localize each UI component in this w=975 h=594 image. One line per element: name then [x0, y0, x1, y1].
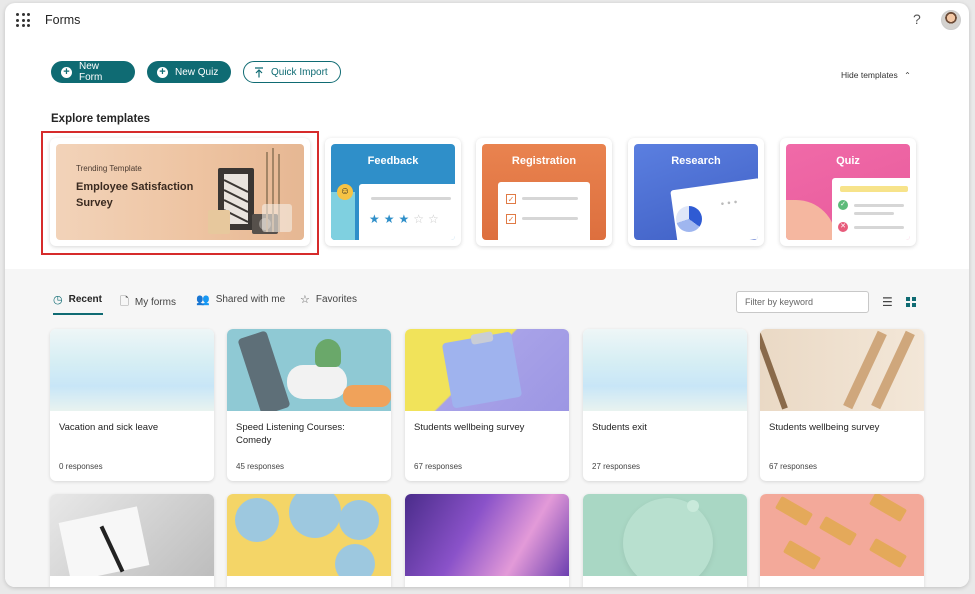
form-card[interactable] — [760, 494, 924, 587]
feedback-art: Feedback ★★★☆☆ ☺ — [331, 144, 455, 240]
new-quiz-label: New Quiz — [175, 66, 219, 78]
form-card[interactable] — [405, 494, 569, 587]
hide-templates-label: Hide templates — [841, 70, 898, 80]
form-title: Students wellbeing survey — [414, 422, 525, 433]
people-icon: 👥 — [196, 294, 210, 306]
form-thumbnail — [583, 494, 747, 576]
form-responses: 67 responses — [769, 462, 818, 471]
help-icon[interactable]: ? — [913, 11, 921, 27]
tab-shared-with-me[interactable]: 👥 Shared with me — [196, 293, 285, 306]
plus-icon: + — [61, 66, 72, 78]
clock-icon: ◷ — [53, 294, 63, 306]
active-tab-indicator — [53, 313, 103, 315]
quiz-art: Quiz ✓ ✕ — [786, 144, 910, 240]
form-card[interactable] — [583, 494, 747, 587]
chevron-up-icon: ⌃ — [904, 71, 911, 80]
upload-icon — [255, 66, 263, 77]
form-thumbnail — [50, 329, 214, 411]
star-icon: ☆ — [300, 294, 310, 306]
template-label-research: Research — [671, 155, 721, 167]
form-title: Students exit — [592, 422, 647, 433]
document-icon: 🗋 — [120, 296, 129, 308]
form-thumbnail — [227, 329, 391, 411]
desk-illustration — [208, 148, 292, 234]
pie-chart-icon — [676, 206, 702, 232]
form-thumbnail — [760, 329, 924, 411]
form-card[interactable] — [50, 494, 214, 587]
template-card-registration[interactable]: Registration ✓ ✓ — [476, 138, 612, 246]
tab-recent[interactable]: ◷ Recent — [53, 293, 102, 306]
registration-art: Registration ✓ ✓ — [482, 144, 606, 240]
form-thumbnail — [227, 494, 391, 576]
form-title: Speed Listening Courses: Comedy — [236, 422, 345, 446]
filter-placeholder: Filter by keyword — [745, 297, 814, 307]
tab-favorites[interactable]: ☆ Favorites — [300, 293, 357, 306]
form-thumbnail — [50, 494, 214, 576]
tab-label: My forms — [134, 297, 176, 308]
checkbox-icon: ✓ — [506, 194, 516, 204]
list-view-icon[interactable]: ☰ — [882, 295, 893, 309]
explore-templates-heading: Explore templates — [51, 113, 151, 125]
form-thumbnail — [760, 494, 924, 576]
template-card-research[interactable]: Research ●●● — [628, 138, 764, 246]
template-label-quiz: Quiz — [836, 155, 860, 167]
template-card-quiz[interactable]: Quiz ✓ ✕ — [780, 138, 916, 246]
avatar[interactable] — [941, 10, 961, 30]
tab-label: Shared with me — [215, 294, 286, 305]
trending-template-card[interactable]: Trending Template Employee Satisfaction … — [50, 138, 310, 246]
new-quiz-button[interactable]: + New Quiz — [147, 61, 231, 83]
tab-my-forms[interactable]: 🗋 My forms — [120, 293, 176, 312]
form-card[interactable]: Students wellbeing survey 67 responses — [760, 329, 924, 481]
form-card[interactable]: Speed Listening Courses: Comedy 45 respo… — [227, 329, 391, 481]
form-paper: ✓ ✕ — [832, 178, 910, 240]
smiley-icon: ☺ — [337, 184, 353, 200]
new-form-button[interactable]: + New Form — [51, 61, 135, 83]
quick-import-button[interactable]: Quick Import — [243, 61, 341, 83]
new-form-label: New Form — [78, 61, 103, 83]
tab-label: Recent — [68, 294, 102, 305]
template-card-feedback[interactable]: Feedback ★★★☆☆ ☺ — [325, 138, 461, 246]
form-card[interactable]: Vacation and sick leave 0 responses — [50, 329, 214, 481]
form-paper: ✓ ✓ — [498, 182, 590, 240]
grid-view-icon[interactable] — [906, 297, 916, 307]
app-launcher-icon[interactable] — [16, 13, 30, 27]
close-icon: ✕ — [838, 222, 848, 232]
forms-window: Forms ? + New Form + New Quiz Quick Impo… — [5, 3, 969, 587]
plus-icon: + — [157, 66, 168, 78]
form-card[interactable] — [227, 494, 391, 587]
filter-input[interactable]: Filter by keyword — [736, 291, 869, 313]
template-label-registration: Registration — [511, 155, 577, 167]
form-card[interactable]: Students exit 27 responses — [583, 329, 747, 481]
form-responses: 45 responses — [236, 462, 285, 471]
quick-import-label: Quick Import — [271, 66, 328, 78]
form-title: Vacation and sick leave — [59, 422, 159, 433]
rating-stars-icon: ★★★☆☆ — [369, 212, 443, 226]
hide-templates-button[interactable]: Hide templates ⌃ — [841, 70, 911, 80]
template-label-feedback: Feedback — [367, 155, 419, 167]
form-thumbnail — [405, 494, 569, 576]
form-responses: 0 responses — [59, 462, 103, 471]
form-title: Students wellbeing survey — [769, 422, 880, 433]
checkbox-icon: ✓ — [506, 214, 516, 224]
form-thumbnail — [583, 329, 747, 411]
form-card[interactable]: Students wellbeing survey 67 responses — [405, 329, 569, 481]
form-thumbnail — [405, 329, 569, 411]
top-bar: Forms ? — [5, 3, 969, 39]
trending-template-art: Trending Template Employee Satisfaction … — [56, 144, 304, 240]
form-responses: 27 responses — [592, 462, 641, 471]
research-art: Research ●●● — [634, 144, 758, 240]
check-icon: ✓ — [838, 200, 848, 210]
tab-label: Favorites — [315, 294, 357, 305]
form-paper: ★★★☆☆ — [359, 184, 455, 240]
app-title: Forms — [45, 13, 81, 27]
form-responses: 67 responses — [414, 462, 463, 471]
